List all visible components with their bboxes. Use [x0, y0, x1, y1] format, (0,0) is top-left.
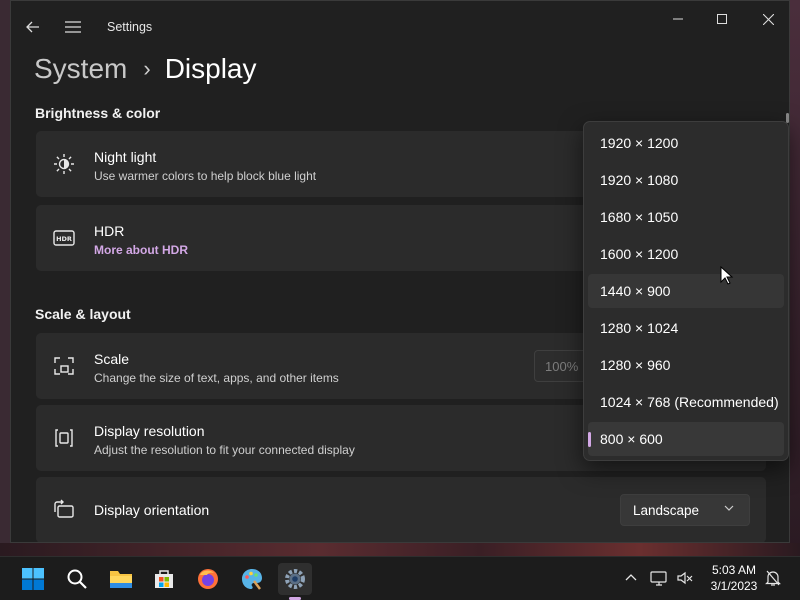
- section-brightness-color: Brightness & color: [35, 105, 161, 121]
- hamburger-icon: [65, 21, 81, 33]
- volume-muted-icon: [677, 571, 693, 585]
- taskbar-clock[interactable]: 5:03 AM 3/1/2023: [706, 562, 762, 594]
- close-button[interactable]: [745, 7, 789, 31]
- page-title: Display: [164, 53, 257, 84]
- firefox-icon: [198, 569, 218, 589]
- desktop-wallpaper-right: [790, 0, 800, 556]
- taskbar-search-button[interactable]: [60, 563, 94, 595]
- taskbar-firefox[interactable]: [191, 563, 225, 595]
- show-hidden-icons-button[interactable]: [620, 567, 642, 589]
- breadcrumb-system[interactable]: System: [34, 53, 127, 85]
- chevron-right-icon: ›: [143, 56, 151, 81]
- clock-date: 3/1/2023: [710, 579, 758, 593]
- desktop-wallpaper-left: [0, 0, 10, 556]
- resolution-option[interactable]: 1280 × 960: [588, 348, 784, 382]
- scale-subtitle: Change the size of text, apps, and other…: [94, 371, 339, 385]
- more-about-hdr-link[interactable]: More about HDR: [94, 243, 188, 257]
- minimize-icon: [673, 18, 683, 20]
- windows-start-icon: [22, 568, 44, 590]
- orientation-value: Landscape: [633, 502, 700, 518]
- notifications-button[interactable]: [762, 567, 784, 589]
- chevron-up-icon: [625, 574, 637, 581]
- network-icon: [650, 571, 667, 586]
- back-arrow-icon: [26, 21, 39, 33]
- resolution-option[interactable]: 1024 × 768 (Recommended): [588, 385, 784, 419]
- microsoft-store-icon: [155, 570, 173, 588]
- night-light-subtitle: Use warmer colors to help block blue lig…: [94, 169, 317, 183]
- app-title: Settings: [107, 20, 153, 34]
- network-button[interactable]: [648, 567, 670, 589]
- taskbar: 5:03 AM 3/1/2023: [0, 556, 800, 600]
- resolution-option[interactable]: 1920 × 1080: [588, 163, 784, 197]
- resolution-icon: [52, 426, 76, 450]
- scale-title: Scale: [94, 351, 130, 367]
- night-light-title: Night light: [94, 149, 157, 165]
- chevron-down-icon: [724, 505, 734, 511]
- scrollbar-thumb[interactable]: [786, 113, 789, 123]
- rotate-icon: [52, 498, 76, 522]
- resolution-option[interactable]: 1920 × 1200: [588, 126, 784, 160]
- hdr-title: HDR: [94, 223, 125, 239]
- paint-icon: [242, 569, 262, 590]
- taskbar-paint[interactable]: [235, 563, 269, 595]
- desktop-wallpaper-bottom: [0, 543, 800, 556]
- menu-button[interactable]: [59, 13, 87, 41]
- resolution-option-hovered[interactable]: 1440 × 900: [588, 274, 784, 308]
- display-orientation-card[interactable]: Display orientation Landscape: [36, 477, 766, 542]
- close-icon: [762, 13, 774, 25]
- file-explorer-icon: [110, 571, 132, 588]
- settings-icon: [285, 569, 305, 589]
- breadcrumb: System › Display: [34, 49, 257, 89]
- start-button[interactable]: [16, 563, 50, 595]
- svg-text:HDR: HDR: [56, 235, 72, 243]
- maximize-icon: [717, 14, 727, 24]
- back-button[interactable]: [19, 13, 47, 41]
- orientation-dropdown[interactable]: Landscape: [620, 494, 750, 526]
- volume-button[interactable]: [674, 567, 696, 589]
- maximize-button[interactable]: [699, 7, 745, 31]
- minimize-button[interactable]: [655, 7, 701, 31]
- clock-time: 5:03 AM: [711, 563, 757, 577]
- notification-bell-icon: [765, 570, 781, 586]
- brightness-icon: [52, 152, 76, 176]
- resolution-option-selected[interactable]: 800 × 600: [588, 422, 784, 456]
- scale-icon: [52, 354, 76, 378]
- selection-indicator: [588, 432, 591, 447]
- title-bar: Settings: [11, 1, 789, 49]
- taskbar-settings[interactable]: [278, 563, 312, 595]
- resolution-option[interactable]: 1280 × 1024: [588, 311, 784, 345]
- resolution-option[interactable]: 1680 × 1050: [588, 200, 784, 234]
- resolution-option[interactable]: 1600 × 1200: [588, 237, 784, 271]
- taskbar-microsoft-store[interactable]: [147, 563, 181, 595]
- selected-resolution-label: 800 × 600: [600, 431, 663, 447]
- section-scale-layout: Scale & layout: [35, 306, 131, 322]
- display-resolution-title: Display resolution: [94, 423, 205, 439]
- hdr-icon: HDR: [52, 226, 76, 250]
- search-icon: [67, 569, 87, 589]
- taskbar-file-explorer[interactable]: [104, 563, 138, 595]
- resolution-dropdown-list: 1920 × 1200 1920 × 1080 1680 × 1050 1600…: [583, 121, 789, 461]
- display-resolution-subtitle: Adjust the resolution to fit your connec…: [94, 443, 355, 457]
- display-orientation-title: Display orientation: [94, 502, 210, 518]
- mouse-cursor-icon: [720, 266, 734, 285]
